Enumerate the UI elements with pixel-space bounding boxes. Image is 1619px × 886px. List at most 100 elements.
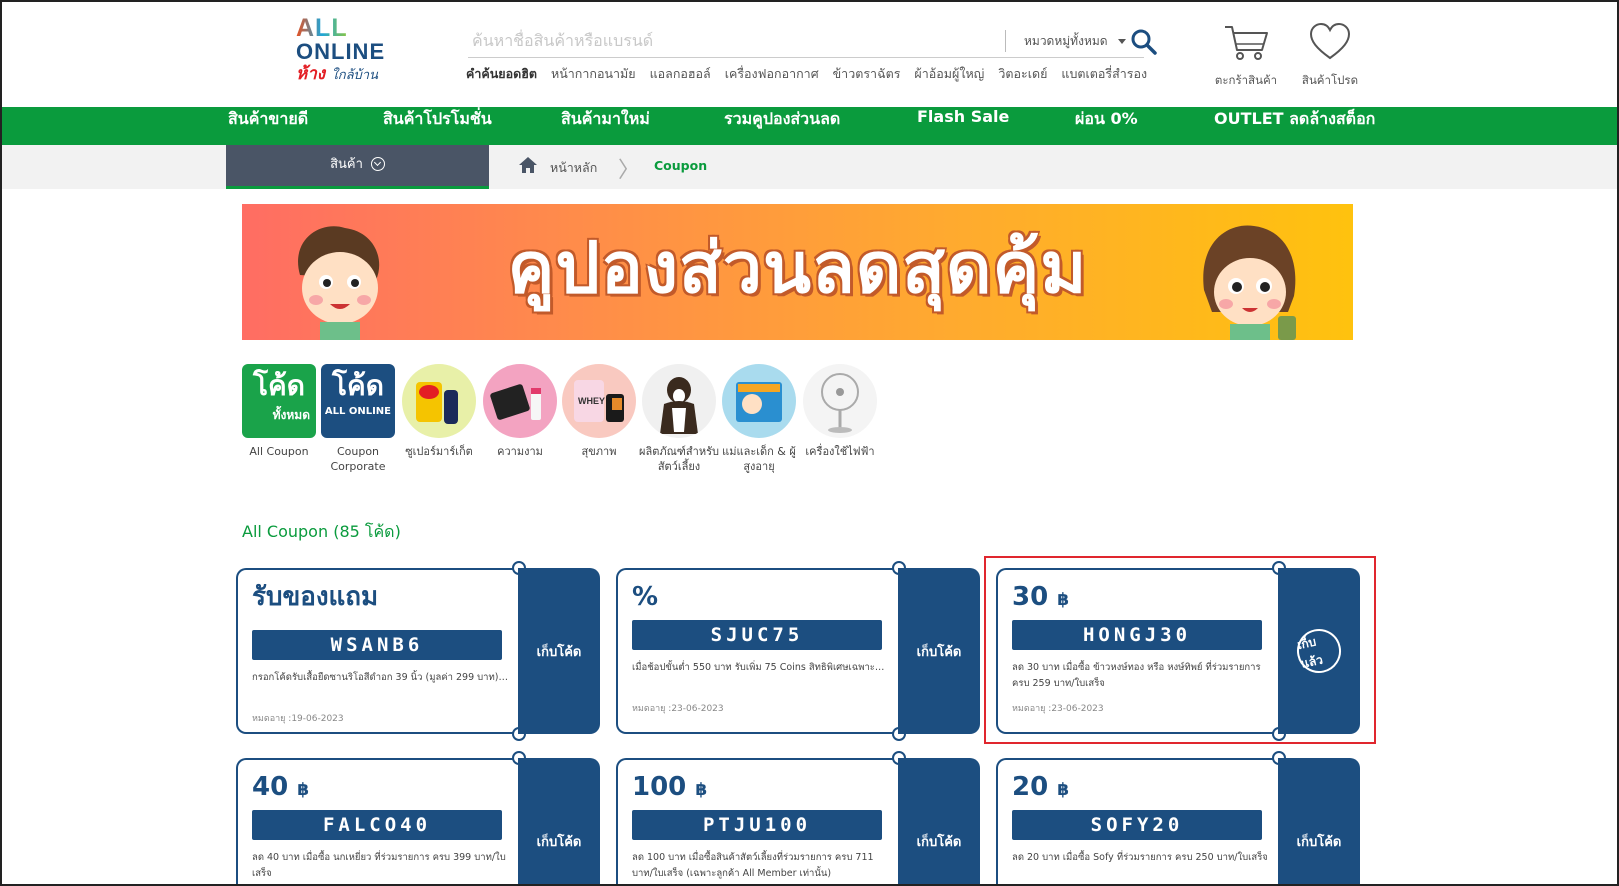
coupon-value: รับของแถม bbox=[252, 582, 379, 612]
pet-image bbox=[642, 364, 716, 438]
chevron-down-icon bbox=[370, 156, 385, 171]
search-bar: หมวดหมู่ทั้งหมด bbox=[468, 22, 1144, 58]
coupon-body: 40 ฿ FALCO40 ลด 40 บาท เมื่อซื้อ นกเหยี่… bbox=[236, 758, 522, 886]
coupon-description: ลด 30 บาท เมื่อซื้อ ข้าวหงษ์ทอง หรือ หงษ… bbox=[1012, 662, 1261, 689]
coupon-value: 30 ฿ bbox=[1012, 582, 1070, 612]
heart-icon bbox=[1309, 22, 1351, 60]
hot-keyword[interactable]: ข้าวตราฉัตร bbox=[833, 64, 901, 84]
breadcrumb-home[interactable]: หน้าหลัก bbox=[550, 158, 597, 178]
coupon-card: 30 ฿ HONGJ30 ลด 30 บาท เมื่อซื้อ ข้าวหงษ… bbox=[996, 561, 1360, 741]
coupon-code: SJUC75 bbox=[632, 620, 882, 650]
collect-code-button[interactable]: เก็บโค้ด bbox=[1278, 758, 1360, 886]
appliances-image bbox=[803, 364, 877, 438]
mom-baby-image bbox=[722, 364, 796, 438]
breadcrumb-separator: 〉 bbox=[618, 158, 641, 183]
hot-keyword[interactable]: แอลกอฮอล์ bbox=[650, 64, 711, 84]
caret-down-icon bbox=[1117, 39, 1126, 44]
category-appliances[interactable]: เครื่องใช้ไฟฟ้า bbox=[800, 364, 880, 459]
coupon-code: HONGJ30 bbox=[1012, 620, 1262, 650]
coupon-corporate-image: โค้ด ALL ONLINE bbox=[321, 364, 395, 438]
beauty-image bbox=[483, 364, 557, 438]
svg-text:WHEY: WHEY bbox=[578, 396, 605, 406]
coupon-code: PTJU100 bbox=[632, 810, 882, 840]
coupon-value: 20 ฿ bbox=[1012, 772, 1070, 802]
nav-new-arrivals[interactable]: สินค้ามาใหม่ bbox=[561, 107, 650, 145]
search-divider bbox=[1005, 30, 1006, 52]
coupon-card: 40 ฿ FALCO40 ลด 40 บาท เมื่อซื้อ นกเหยี่… bbox=[236, 751, 600, 886]
coupon-body: 100 ฿ PTJU100 ลด 100 บาท เมื่อซื้อสินค้า… bbox=[616, 758, 902, 886]
wishlist-label: สินค้าโปรด bbox=[1301, 73, 1359, 87]
hot-keyword[interactable]: แบตเตอรี่สำรอง bbox=[1061, 64, 1147, 84]
hot-keyword[interactable]: หน้ากากอนามัย bbox=[551, 64, 636, 84]
all-coupon-image: โค้ด ทั้งหมด bbox=[242, 364, 316, 438]
coupon-card: 20 ฿ SOFY20 ลด 20 บาท เมื่อซื้อ Sofy ที่… bbox=[996, 751, 1360, 886]
category-health[interactable]: WHEY สุขภาพ bbox=[559, 364, 639, 459]
category-supermarket[interactable]: ซูเปอร์มาร์เก็ต bbox=[399, 364, 479, 459]
coupon-code: FALCO40 bbox=[252, 810, 502, 840]
search-input[interactable] bbox=[472, 26, 992, 54]
cart-label: ตะกร้าสินค้า bbox=[1214, 73, 1278, 87]
collect-code-button[interactable]: เก็บโค้ด bbox=[898, 758, 980, 886]
site-logo[interactable]: ALL ONLINE ห้าง ใกล้บ้าน bbox=[296, 16, 396, 86]
coupon-expiry: หมดอายุ :23-06-2023 bbox=[632, 704, 724, 714]
coupon-value: 40 ฿ bbox=[252, 772, 310, 802]
logo-line-1: ALL bbox=[296, 14, 348, 42]
hot-keyword[interactable]: ผ้าอ้อมผู้ใหญ่ bbox=[914, 64, 984, 84]
coupon-card: รับของแถม WSANB6 กรอกโค้ดรับเสื้อยืดซานร… bbox=[236, 561, 600, 741]
hot-keyword[interactable]: วิตอะเดย์ bbox=[998, 64, 1047, 84]
hot-keywords-title: คำค้นยอดฮิต bbox=[466, 66, 537, 81]
coupon-body: 30 ฿ HONGJ30 ลด 30 บาท เมื่อซื้อ ข้าวหงษ… bbox=[996, 568, 1282, 734]
main-nav: สินค้าขายดี สินค้าโปรโมชั่น สินค้ามาใหม่… bbox=[2, 107, 1617, 145]
coupon-body: % SJUC75 เมื่อช้อปขั้นต่ำ 550 บาท รับเพิ… bbox=[616, 568, 902, 734]
coupon-value: % bbox=[632, 582, 659, 612]
category-coupon-corporate[interactable]: โค้ด ALL ONLINE Coupon Corporate bbox=[318, 364, 398, 474]
hot-keywords: คำค้นยอดฮิต หน้ากากอนามัย แอลกอฮอล์ เครื… bbox=[466, 64, 1147, 84]
nav-promotions[interactable]: สินค้าโปรโมชั่น bbox=[383, 107, 492, 145]
nav-installment[interactable]: ผ่อน 0% bbox=[1075, 107, 1138, 145]
banner-title: คูปองส่วนลดสุดคุ้ม bbox=[507, 227, 1088, 309]
coupon-card: 100 ฿ PTJU100 ลด 100 บาท เมื่อซื้อสินค้า… bbox=[616, 751, 980, 886]
coupon-description: ลด 40 บาท เมื่อซื้อ นกเหยี่ยว ที่ร่วมราย… bbox=[252, 852, 506, 879]
coupon-expiry: หมดอายุ :19-06-2023 bbox=[252, 714, 344, 724]
coupon-description: ลด 20 บาท เมื่อซื้อ Sofy ที่ร่วมรายการ ค… bbox=[1012, 852, 1268, 863]
wishlist-button[interactable]: สินค้าโปรด bbox=[1298, 22, 1362, 90]
coupon-banner: คูปองส่วนลดสุดคุ้ม bbox=[242, 204, 1353, 340]
coupon-value: 100 ฿ bbox=[632, 772, 708, 802]
collect-code-button[interactable]: เก็บโค้ด bbox=[518, 758, 600, 886]
hot-keyword[interactable]: เครื่องฟอกอากาศ bbox=[725, 64, 819, 84]
category-all-coupon[interactable]: โค้ด ทั้งหมด All Coupon bbox=[239, 364, 319, 459]
health-image: WHEY bbox=[562, 364, 636, 438]
category-select[interactable]: หมวดหมู่ทั้งหมด bbox=[1024, 32, 1126, 51]
collected-badge: เก็บแล้ว bbox=[1292, 624, 1346, 678]
coupon-code: WSANB6 bbox=[252, 630, 502, 660]
nav-coupons[interactable]: รวมคูปองส่วนลด bbox=[724, 107, 840, 145]
breadcrumb-current: Coupon bbox=[654, 158, 708, 173]
coupon-code: SOFY20 bbox=[1012, 810, 1262, 840]
supermarket-image bbox=[402, 364, 476, 438]
coupon-description: เมื่อช้อปขั้นต่ำ 550 บาท รับเพิ่ม 75 Coi… bbox=[632, 662, 888, 673]
coupon-body: รับของแถม WSANB6 กรอกโค้ดรับเสื้อยืดซานร… bbox=[236, 568, 522, 734]
girl-mascot-image bbox=[1203, 225, 1296, 340]
cart-button[interactable]: ตะกร้าสินค้า bbox=[1214, 22, 1278, 90]
cart-icon bbox=[1225, 26, 1268, 60]
nav-outlet[interactable]: OUTLET ลดล้างสต็อก bbox=[1214, 107, 1375, 145]
coupon-description: กรอกโค้ดรับเสื้อยืดซานริโอสีดำอก 39 นิ้ว… bbox=[252, 672, 508, 683]
category-beauty[interactable]: ความงาม bbox=[480, 364, 560, 459]
coupon-body: 20 ฿ SOFY20 ลด 20 บาท เมื่อซื้อ Sofy ที่… bbox=[996, 758, 1282, 886]
logo-line-3: ห้าง ใกล้บ้าน bbox=[296, 64, 378, 84]
collect-code-button[interactable]: เก็บโค้ด bbox=[518, 568, 600, 734]
category-pet[interactable]: ผลิตภัณฑ์สำหรับสัตว์เลี้ยง bbox=[639, 364, 719, 474]
search-icon[interactable] bbox=[1128, 26, 1160, 58]
home-icon[interactable] bbox=[518, 156, 538, 174]
nav-flash-sale[interactable]: Flash Sale bbox=[917, 107, 1009, 145]
nav-best-sellers[interactable]: สินค้าขายดี bbox=[228, 107, 308, 145]
coupon-description: ลด 100 บาท เมื่อซื้อสินค้าสัตว์เลี้ยงที่… bbox=[632, 852, 874, 879]
coupon-expiry: หมดอายุ :23-06-2023 bbox=[1012, 704, 1104, 714]
collected-indicator: เก็บแล้ว bbox=[1278, 568, 1360, 734]
category-menu-button[interactable]: สินค้า bbox=[226, 145, 489, 189]
coupon-count-title: All Coupon (85 โค้ด) bbox=[242, 522, 401, 541]
logo-line-2: ONLINE bbox=[296, 39, 386, 64]
coupon-card: % SJUC75 เมื่อช้อปขั้นต่ำ 550 บาท รับเพิ… bbox=[616, 561, 980, 741]
category-mom-baby[interactable]: แม่และเด็ก & ผู้สูงอายุ bbox=[719, 364, 799, 474]
collect-code-button[interactable]: เก็บโค้ด bbox=[898, 568, 980, 734]
